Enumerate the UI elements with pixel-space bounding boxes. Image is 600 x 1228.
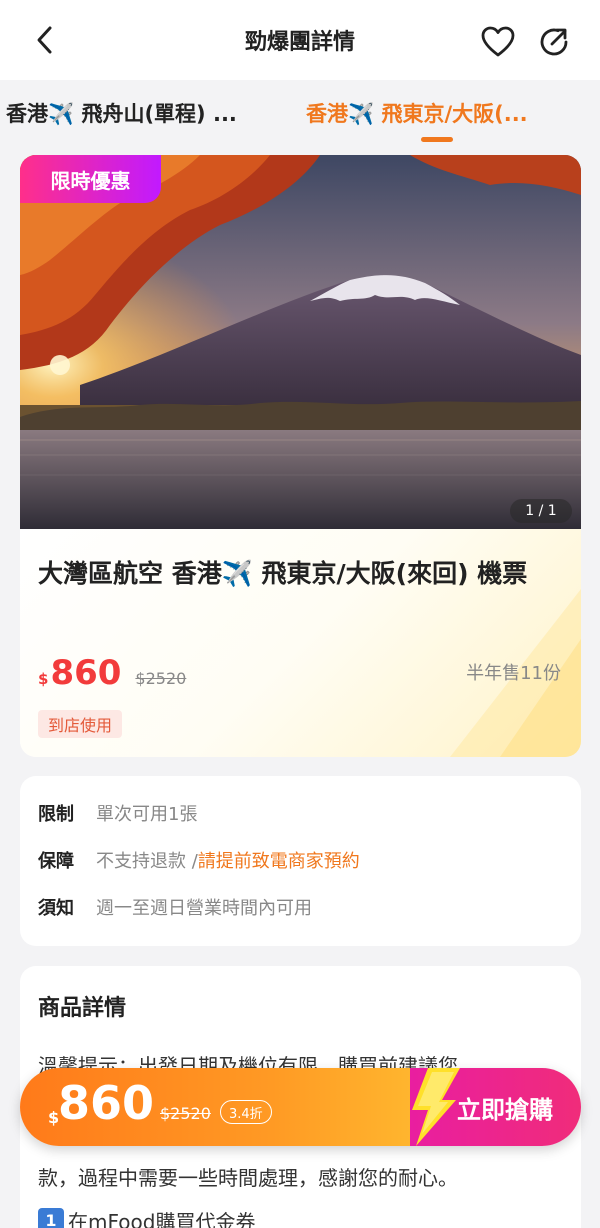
rule-guarantee-key: 保障 (38, 851, 74, 872)
product-info: 大灣區航空 香港✈️ 飛東京/大阪(來回) 機票 $ 860 $2520 半年售… (20, 529, 581, 757)
tab-hk-tokyo-osaka[interactable]: 香港✈️ 飛東京/大阪(... (306, 98, 596, 128)
currency-symbol: $ (38, 670, 49, 688)
rule-limit: 限制 單次可用1張 (38, 800, 197, 826)
route-tabs: 香港✈️ 飛舟山(單程) ... 香港✈️ 飛東京/大阪(... (0, 80, 600, 150)
rule-guarantee-value: 不支持退款 / (96, 851, 198, 872)
rule-guarantee-highlight[interactable]: 請提前致電商家預約 (198, 847, 360, 873)
promo-badge: 限時優惠 (20, 155, 161, 203)
step-text: 在mFood購買代金券 (68, 1210, 256, 1228)
buy-price: 860 (58, 1076, 155, 1130)
step-number-badge: 1 (38, 1207, 64, 1228)
active-tab-indicator (421, 137, 453, 142)
original-price: $2520 (135, 669, 187, 688)
buy-original-price: $2520 (160, 1104, 211, 1123)
product-title: 大灣區航空 香港✈️ 飛東京/大阪(來回) 機票 (38, 559, 528, 588)
rule-limit-value: 單次可用1張 (96, 804, 198, 825)
top-bar: 勁爆團詳情 (0, 0, 600, 80)
buy-bar[interactable]: $ 860 $2520 3.4折 立即搶購 (20, 1068, 581, 1146)
rule-notice-key: 須知 (38, 898, 74, 919)
rule-guarantee: 保障 不支持退款 / 請提前致電商家預約 (38, 847, 360, 873)
tab-hk-zhoushan[interactable]: 香港✈️ 飛舟山(單程) ... (6, 98, 268, 128)
rule-notice: 須知 週一至週日營業時間內可用 (38, 894, 312, 920)
product-price: 860 (50, 653, 122, 693)
details-title: 商品詳情 (38, 996, 127, 1021)
price-row: $ 860 $2520 (38, 653, 186, 697)
image-counter: 1 / 1 (510, 499, 572, 523)
rule-limit-key: 限制 (38, 804, 74, 825)
back-arrow-icon[interactable] (28, 22, 64, 58)
usage-tag: 到店使用 (38, 710, 123, 738)
page-title: 勁爆團詳情 (244, 30, 355, 55)
rule-notice-value: 週一至週日營業時間內可用 (96, 898, 312, 919)
discount-badge: 3.4折 (220, 1100, 272, 1124)
rules-card: 限制 單次可用1張 保障 不支持退款 / 請提前致電商家預約 須知 週一至週日營… (20, 776, 581, 946)
product-card: 限時優惠 1 / 1 大灣區航空 香港✈️ 飛東京/大阪(來回) 機票 $ 86… (20, 155, 581, 757)
share-icon[interactable] (536, 24, 572, 60)
heart-icon[interactable] (480, 24, 516, 60)
product-image[interactable] (20, 155, 581, 529)
buy-now-button[interactable]: 立即搶購 (440, 1068, 570, 1146)
sold-count: 半年售11份 (466, 663, 561, 684)
step-line: 1 在mFood購買代金券 (38, 1206, 255, 1228)
details-line: 款，過程中需要一些時間處理，感謝您的耐心。 (38, 1166, 458, 1190)
